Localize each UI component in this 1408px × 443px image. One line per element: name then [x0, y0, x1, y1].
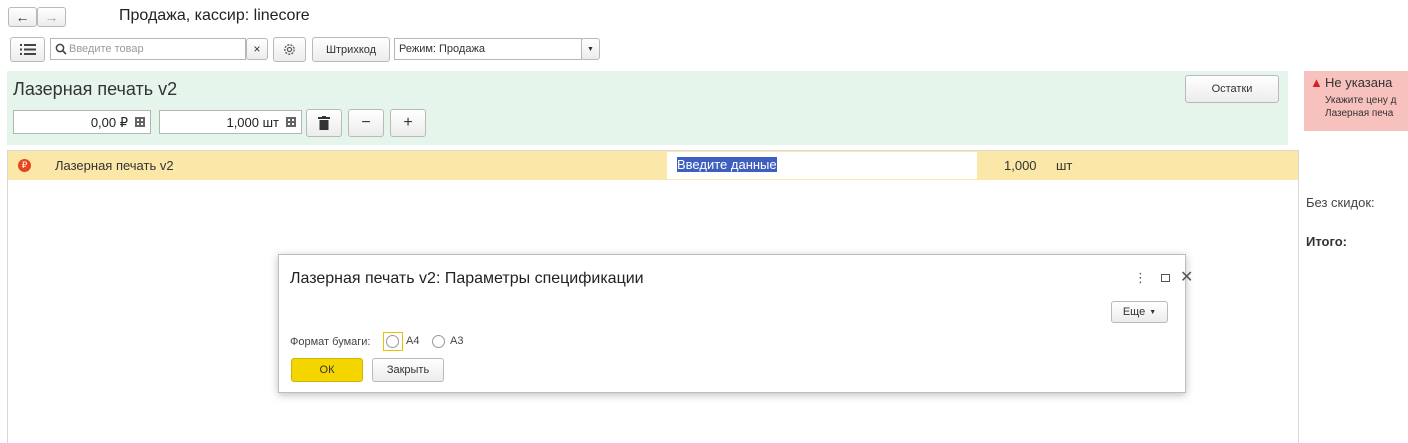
more-actions-icon[interactable]: ⋮ [1134, 270, 1147, 286]
total-label: Итого: [1306, 234, 1347, 249]
price-input[interactable]: 0,00 ₽ [13, 110, 151, 134]
settings-button[interactable] [273, 37, 306, 62]
warning-icon: ▲ [1310, 75, 1323, 90]
paper-format-label: Формат бумаги: [290, 336, 371, 348]
forward-button[interactable]: → [37, 7, 66, 27]
stock-button-label: Остатки [1211, 83, 1253, 95]
mode-dropdown-button[interactable]: ▼ [581, 38, 600, 60]
delete-button[interactable] [306, 109, 342, 137]
calculator-icon[interactable] [135, 117, 145, 127]
ok-label: ОК [319, 364, 335, 376]
radio-a4-label[interactable]: A4 [406, 335, 419, 347]
discount-label: Без скидок: [1306, 195, 1375, 210]
radio-a3-label[interactable]: A3 [450, 335, 463, 347]
row-input-cell[interactable]: Введите данные [667, 152, 977, 179]
search-placeholder: Введите товар [69, 43, 144, 55]
chevron-down-icon: ▼ [1149, 308, 1157, 316]
quantity-input[interactable]: 1,000 шт [159, 110, 302, 134]
minus-icon: − [361, 114, 371, 131]
maximize-icon[interactable] [1161, 274, 1170, 282]
alert-title: Не указана [1325, 75, 1393, 90]
close-icon: × [253, 42, 261, 56]
price-value: 0,00 ₽ [90, 115, 128, 130]
quantity-value: 1,000 шт [226, 115, 279, 130]
radio-a3[interactable] [432, 335, 445, 348]
close-button[interactable]: Закрыть [372, 358, 444, 382]
stock-button[interactable]: Остатки [1185, 75, 1279, 103]
more-button[interactable]: Еще ▼ [1111, 301, 1168, 323]
chevron-down-icon: ▼ [587, 45, 594, 53]
dialog-title: Лазерная печать v2: Параметры спецификац… [290, 270, 644, 287]
mode-value: Режим: Продажа [399, 43, 485, 55]
alert-line-1: Укажите цену д [1325, 95, 1397, 106]
arrow-left-icon: ← [15, 9, 30, 25]
table-row[interactable]: ₽ Лазерная печать v2 Введите данные 1,00… [8, 151, 1298, 180]
dialog-close-icon[interactable]: ✕ [1180, 267, 1193, 287]
trash-icon [318, 116, 330, 130]
decrease-button[interactable]: − [348, 109, 384, 137]
currency-badge-icon: ₽ [18, 159, 31, 172]
row-quantity: 1,000 [1004, 158, 1037, 173]
increase-button[interactable]: + [390, 109, 426, 137]
barcode-button[interactable]: Штрихкод [312, 37, 390, 62]
radio-a4[interactable] [386, 335, 399, 348]
search-icon [55, 43, 67, 55]
window-title: Продажа, кассир: linecore [119, 7, 310, 24]
close-label: Закрыть [386, 364, 430, 376]
more-label: Еще [1122, 306, 1146, 318]
row-name: Лазерная печать v2 [55, 158, 174, 173]
clear-search-button[interactable]: × [246, 38, 268, 60]
spec-dialog: Лазерная печать v2: Параметры спецификац… [278, 254, 1193, 393]
back-button[interactable]: ← [8, 7, 37, 27]
barcode-label: Штрихкод [325, 43, 377, 56]
search-input[interactable]: Введите товар [50, 38, 246, 60]
mode-select[interactable]: Режим: Продажа [394, 38, 582, 60]
warning-alert: ▲ Не указана Укажите цену д Лазерная печ… [1304, 71, 1408, 131]
ok-button[interactable]: ОК [291, 358, 363, 382]
alert-line-2: Лазерная печа [1325, 108, 1394, 119]
product-title: Лазерная печать v2 [13, 79, 178, 99]
arrow-right-icon: → [44, 9, 59, 25]
plus-icon: + [403, 114, 413, 131]
row-input-text: Введите данные [677, 157, 777, 172]
gear-icon [284, 44, 295, 55]
row-unit: шт [1056, 158, 1073, 173]
list-icon [19, 44, 36, 55]
menu-button[interactable] [10, 37, 45, 62]
calculator-icon[interactable] [286, 117, 296, 127]
